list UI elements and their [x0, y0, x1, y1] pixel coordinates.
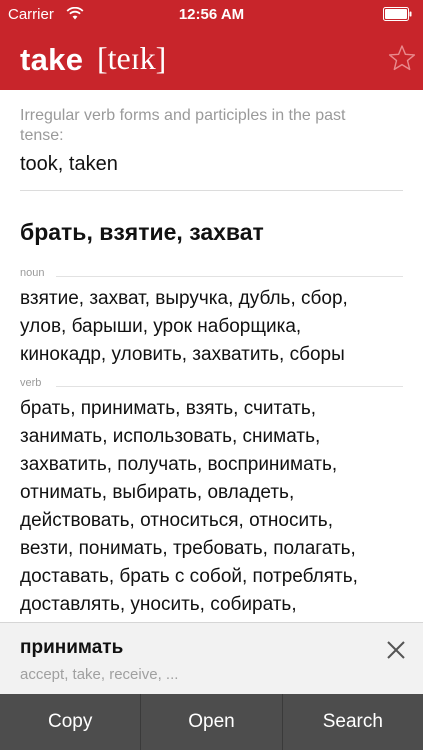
transcription: [teɪk] [97, 40, 167, 76]
translation-line: взятие, захват, выручка, дубль, сбор, [20, 288, 348, 309]
translation-line: действовать, относиться, относить, [20, 510, 333, 531]
popup-word: принимать [20, 637, 124, 658]
irregular-forms: took, taken [20, 153, 118, 175]
translation-line: брать, принимать, взять, считать, [20, 398, 317, 419]
main-translation: брать, взятие, захват [20, 219, 264, 245]
action-bar: Copy Open Search [0, 694, 423, 750]
clock: 12:56 AM [178, 6, 245, 23]
open-button[interactable]: Open [141, 694, 283, 750]
section-divider [56, 276, 403, 277]
translation-line: кинокадр, уловить, захватить, сборы [20, 344, 345, 365]
translation-line: отнимать, выбирать, овладеть, [20, 482, 295, 503]
top-bar: Carrier 12:56 AM take [teɪk] [0, 0, 423, 90]
pos-label-verb: verb [20, 377, 42, 389]
section-divider [56, 386, 403, 387]
verb-translations: брать, принимать, взять, считать, занима… [20, 395, 410, 619]
translation-line: везти, понимать, требовать, полагать, [20, 538, 356, 559]
translation-line: улов, барыши, урок наборщика, [20, 316, 302, 337]
close-icon[interactable] [385, 639, 407, 661]
irregular-forms-label: Irregular verb forms and participles in … [20, 107, 346, 144]
battery-icon [383, 7, 412, 21]
favorite-star-icon[interactable] [388, 44, 416, 72]
noun-translations: взятие, захват, выручка, дубль, сбор, ул… [20, 285, 410, 369]
entry-content[interactable]: Irregular verb forms and participles in … [0, 90, 423, 622]
popup-translations: accept, take, receive, ... [20, 666, 179, 683]
divider [20, 190, 403, 191]
translation-line: доставлять, уносить, собирать, [20, 594, 297, 615]
status-bar: Carrier 12:56 AM [0, 0, 423, 28]
translation-line: занимать, использовать, снимать, [20, 426, 321, 447]
translation-line: доставать, брать с собой, потреблять, [20, 566, 358, 587]
headword: take [20, 42, 84, 77]
pos-label-noun: noun [20, 267, 45, 279]
translation-line: захватить, получать, воспринимать, [20, 454, 338, 475]
copy-button[interactable]: Copy [0, 694, 142, 750]
word-header: take [teɪk] [0, 28, 423, 90]
selection-popup[interactable]: принимать accept, take, receive, ... [0, 622, 423, 695]
search-button[interactable]: Search [283, 694, 423, 750]
